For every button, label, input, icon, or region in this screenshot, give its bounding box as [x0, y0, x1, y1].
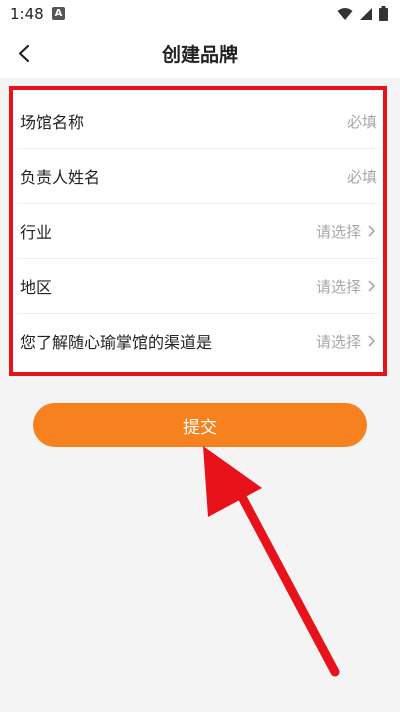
row-value: 请选择: [315, 332, 361, 351]
row-value: 必填: [346, 167, 377, 186]
signal-icon: [360, 7, 372, 20]
page-title: 创建品牌: [161, 44, 238, 66]
header: 创建品牌: [0, 28, 400, 78]
row-label: 行业: [20, 223, 53, 242]
form-row-venue-name[interactable]: 场馆名称 必填: [17, 94, 379, 149]
form-row-manager-name[interactable]: 负责人姓名 必填: [17, 149, 379, 204]
row-label: 负责人姓名: [20, 168, 101, 187]
status-icons: [337, 6, 388, 21]
status-time: 1:48: [10, 5, 44, 23]
form-row-region[interactable]: 地区 请选择: [17, 259, 379, 314]
wifi-icon: [337, 7, 353, 20]
row-label: 您了解随心瑜掌馆的渠道是: [20, 333, 213, 352]
chevron-right-icon: [368, 335, 376, 347]
form-row-industry[interactable]: 行业 请选择: [17, 204, 379, 259]
row-value: 请选择: [315, 222, 361, 241]
notification-icon: A: [52, 7, 65, 20]
form-card: 场馆名称 必填 负责人姓名 必填 行业 请选择 地区 请选择 您了解随心瑜掌馆的…: [9, 86, 387, 376]
form-row-channel[interactable]: 您了解随心瑜掌馆的渠道是 请选择: [17, 314, 379, 368]
row-label: 地区: [20, 278, 53, 297]
status-bar: 1:48 A: [0, 0, 400, 28]
chevron-right-icon: [368, 225, 376, 237]
battery-icon: [379, 6, 388, 21]
submit-button[interactable]: 提交: [33, 403, 367, 447]
chevron-right-icon: [368, 280, 376, 292]
row-label: 场馆名称: [20, 113, 85, 132]
row-value: 必填: [346, 112, 377, 131]
row-value: 请选择: [315, 277, 361, 296]
